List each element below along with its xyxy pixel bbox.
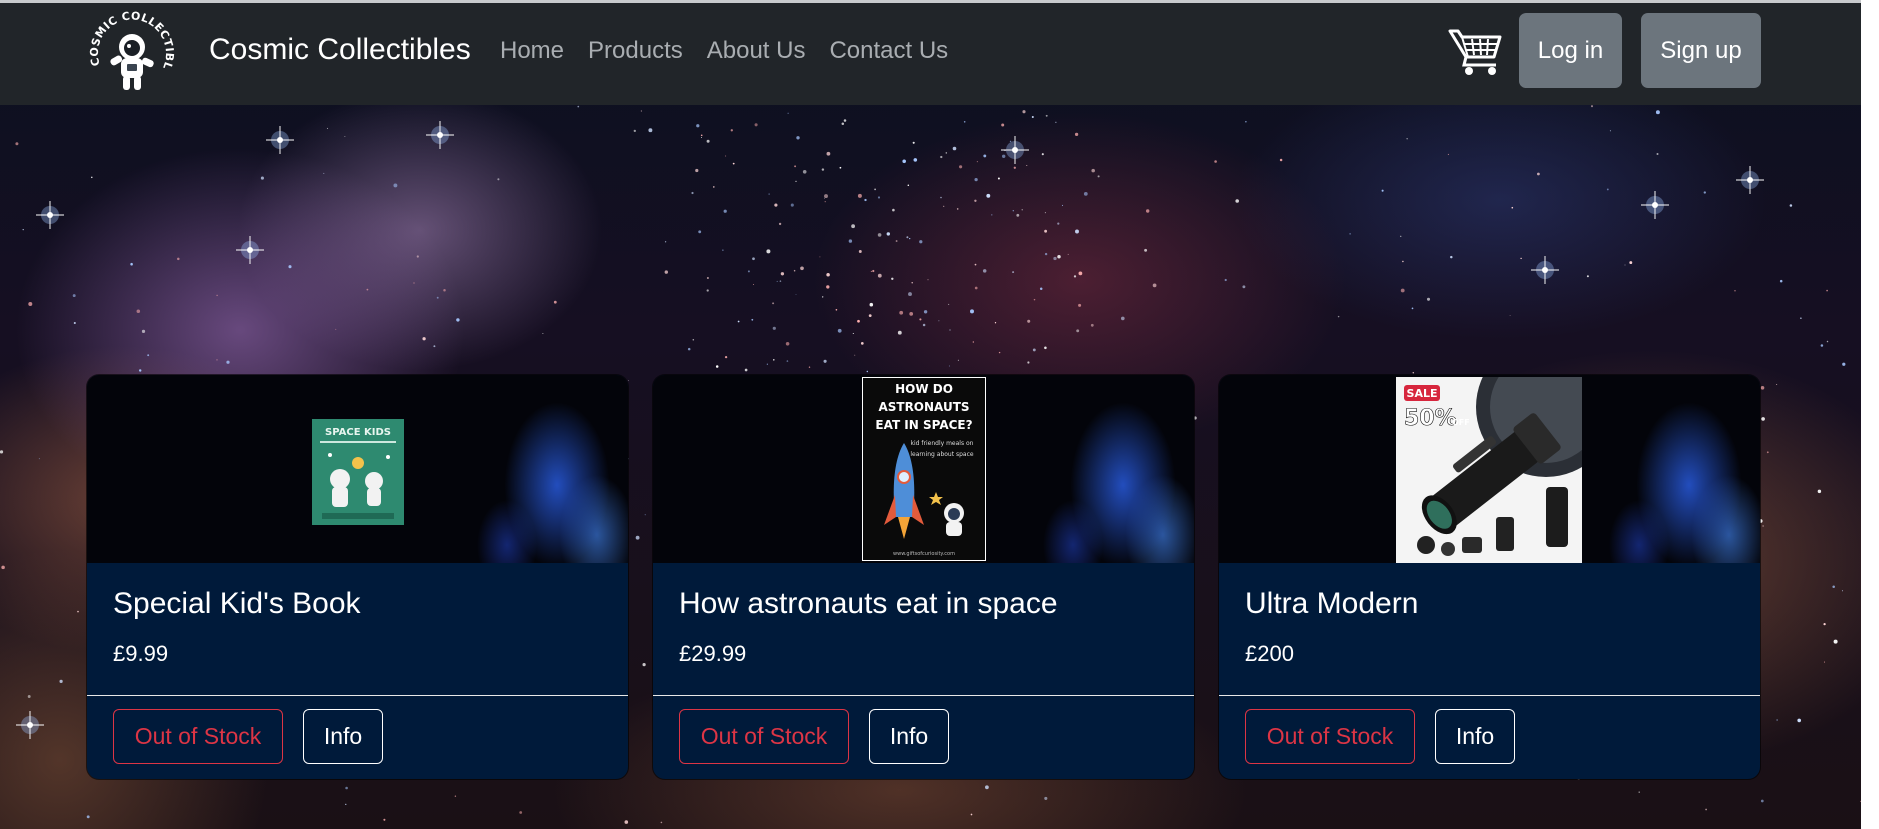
brand-name[interactable]: Cosmic Collectibles [209, 33, 471, 67]
info-button[interactable]: Info [869, 709, 949, 764]
space-kids-book-image[interactable]: SPACE KIDS [312, 419, 404, 525]
book-subtitle-line-1: kid friendly meals on [911, 440, 974, 447]
scrollbar[interactable] [1861, 0, 1879, 829]
telescope-sale-image[interactable]: SALE 50% OFF [1396, 377, 1582, 563]
book-subtitle-line-2: learning about space [910, 451, 974, 458]
book-heading-line-1: HOW DO [895, 382, 953, 396]
card-divider [653, 695, 1194, 696]
card-divider [87, 695, 628, 696]
book-footer-url: www.giftsofcuriosity.com [893, 551, 955, 557]
product-title: How astronauts eat in space [679, 587, 1058, 620]
out-of-stock-button[interactable]: Out of Stock [1245, 709, 1415, 764]
discount-percent: 50% [1404, 406, 1457, 431]
nav-link-about-us[interactable]: About Us [707, 37, 806, 65]
discount-suffix: OFF [1452, 418, 1470, 427]
product-image-area: SPACE KIDS [87, 375, 628, 563]
navbar: COSMIC COLLECTIBLES Cosmic Collectibles … [0, 0, 1861, 105]
out-of-stock-button[interactable]: Out of Stock [113, 709, 283, 764]
product-price: £200 [1245, 641, 1294, 666]
info-button[interactable]: Info [303, 709, 383, 764]
product-title: Ultra Modern [1245, 587, 1419, 620]
product-image-area: HOW DO ASTRONAUTS EAT IN SPACE? kid frie… [653, 375, 1194, 563]
signup-button[interactable]: Sign up [1641, 13, 1761, 88]
product-title: Special Kid's Book [113, 587, 361, 620]
nav-links: Home Products About Us Contact Us [500, 37, 948, 65]
shopping-cart-icon[interactable] [1448, 27, 1504, 77]
astronaut-logo-icon[interactable]: COSMIC COLLECTIBLES [86, 7, 178, 99]
book-cover-title: SPACE KIDS [325, 427, 391, 438]
product-price: £9.99 [113, 641, 169, 666]
sale-badge: SALE [1407, 387, 1438, 400]
card-divider [1219, 695, 1760, 696]
book-heading-line-3: EAT IN SPACE? [875, 418, 972, 432]
product-image-area: SALE 50% OFF [1219, 375, 1760, 563]
book-heading-line-2: ASTRONAUTS [878, 400, 969, 414]
nav-link-home[interactable]: Home [500, 37, 564, 65]
astronauts-eat-book-image[interactable]: HOW DO ASTRONAUTS EAT IN SPACE? kid frie… [862, 377, 986, 561]
nav-link-products[interactable]: Products [588, 37, 683, 65]
product-price: £29.99 [679, 641, 747, 666]
login-button[interactable]: Log in [1519, 13, 1622, 88]
product-card: SPACE KIDS Special Kid's Book £9.99 Out … [87, 375, 628, 779]
out-of-stock-button[interactable]: Out of Stock [679, 709, 849, 764]
product-card: SALE 50% OFF Ultra Modern £200 Out of St… [1219, 375, 1760, 779]
nav-link-contact-us[interactable]: Contact Us [829, 37, 948, 65]
product-card: HOW DO ASTRONAUTS EAT IN SPACE? kid frie… [653, 375, 1194, 779]
info-button[interactable]: Info [1435, 709, 1515, 764]
